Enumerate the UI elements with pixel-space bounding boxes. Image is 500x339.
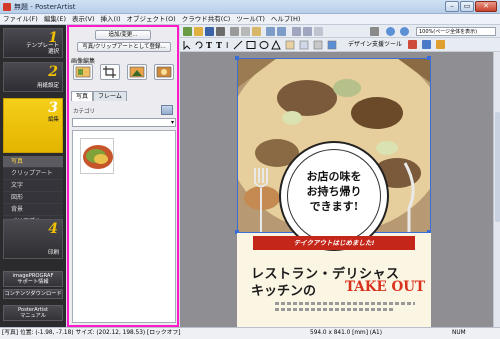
step-navigation: 1 テンプレート 選択 2 用紙設定 3 編集 写真 クリップアート 文字 図形…: [0, 25, 66, 327]
menu-cloud[interactable]: クラウド共有(C): [179, 14, 234, 24]
photo-list[interactable]: [72, 130, 176, 323]
svg-text:I: I: [226, 41, 228, 50]
menu-bar: ファイル(F) 編集(E) 表示(V) 挿入(I) オブジェクト(O) クラウド…: [0, 14, 500, 25]
photo-panel: 追加/変更... 写真/クリップアートとして登録... 画像編集 写真 フレーム…: [67, 25, 179, 327]
circle-line-2: お持ち帰り: [306, 185, 362, 198]
circle-text[interactable]: お店の味を お持ち帰り できます!: [279, 169, 389, 214]
menu-file[interactable]: ファイル(F): [0, 14, 41, 24]
sub-item-shape[interactable]: 図形: [3, 192, 63, 204]
window-title: 無題 - PosterArtist: [14, 3, 76, 11]
takeout-text[interactable]: TAKE OUT: [345, 279, 425, 295]
close-button[interactable]: ✕: [475, 1, 497, 12]
category-select[interactable]: ▾: [72, 118, 176, 127]
menu-insert[interactable]: 挿入(I): [98, 14, 124, 24]
sub-item-background[interactable]: 背景: [3, 204, 63, 216]
tool-icon-orange[interactable]: [436, 40, 445, 49]
align-icon[interactable]: [292, 27, 301, 36]
crop-icon[interactable]: [100, 64, 120, 80]
grid-icon[interactable]: [370, 27, 379, 36]
step-edit[interactable]: 3 編集: [3, 98, 63, 153]
status-num: NUM: [452, 330, 466, 336]
arrange-icon[interactable]: [303, 27, 312, 36]
app-icon: [3, 3, 11, 11]
photo-thumbnail[interactable]: [80, 138, 114, 174]
step-number: 3: [48, 100, 58, 116]
step-label: 編集: [47, 117, 59, 123]
status-position: [写真] 位置: (-1.98, -7.18) サイズ: (202.12, 19…: [2, 330, 181, 336]
image-effect-icon[interactable]: [127, 64, 147, 80]
status-bar: [写真] 位置: (-1.98, -7.18) サイズ: (202.12, 19…: [0, 327, 500, 339]
circle-line-3: できます!: [309, 200, 359, 213]
sub-item-text[interactable]: 文字: [3, 180, 63, 192]
open-icon[interactable]: [194, 27, 203, 36]
step-number: 4: [48, 221, 58, 237]
resize-handle[interactable]: [235, 56, 239, 60]
register-button[interactable]: 写真/クリップアートとして登録...: [77, 42, 171, 52]
circle-line-1: お店の味を: [306, 170, 362, 183]
step-number: 2: [48, 64, 58, 80]
redo-icon[interactable]: [277, 27, 286, 36]
zoom-select[interactable]: 100%(ページ全体を表示): [416, 27, 496, 36]
step-print[interactable]: 4 印刷: [3, 219, 63, 259]
svg-text:T: T: [206, 40, 212, 50]
step-label: 印刷: [47, 250, 59, 256]
menu-edit[interactable]: 編集(E): [41, 14, 69, 24]
group-icon[interactable]: [314, 27, 323, 36]
zoom-out-icon[interactable]: [400, 27, 409, 36]
new-icon[interactable]: [183, 27, 192, 36]
main-toolbar: 100%(ページ全体を表示): [180, 25, 500, 38]
status-page-size: 594.0 x 841.0 [mm] (A1): [310, 330, 382, 336]
copy-icon[interactable]: [241, 27, 250, 36]
poster-page[interactable]: お店の味を お持ち帰り できます! テイクアウトはじめました! レストラン・デリ…: [235, 56, 431, 327]
link-content-download[interactable]: コンテンツダウンロード: [3, 289, 63, 299]
image-filter-icon[interactable]: [154, 64, 174, 80]
menu-view[interactable]: 表示(V): [69, 14, 98, 24]
menu-tools[interactable]: ツール(T): [233, 14, 268, 24]
ribbon-text: テイクアウトはじめました!: [293, 239, 375, 247]
headline-2[interactable]: キッチンの: [251, 280, 316, 299]
menu-help[interactable]: ヘルプ(H): [268, 14, 303, 24]
tab-photo[interactable]: 写真: [71, 91, 94, 101]
small-text-line: [275, 308, 395, 311]
zoom-in-icon[interactable]: [386, 27, 395, 36]
minimize-button[interactable]: –: [445, 1, 459, 12]
sub-item-photo[interactable]: 写真: [3, 156, 63, 168]
step-label: テンプレート 選択: [26, 43, 59, 55]
paste-icon[interactable]: [252, 27, 261, 36]
tool-icon-red[interactable]: [408, 40, 417, 49]
menu-object[interactable]: オブジェクト(O): [124, 14, 179, 24]
cut-icon[interactable]: [230, 27, 239, 36]
drawing-tools: T T I: [183, 40, 337, 50]
tab-frame[interactable]: フレーム: [93, 91, 127, 101]
design-tool-button[interactable]: デザイン支援ツール: [348, 40, 402, 49]
link-support[interactable]: imagePROGRAF サポート情報: [3, 271, 63, 287]
small-text-line: [275, 302, 415, 305]
undo-icon[interactable]: [266, 27, 275, 36]
title-bar: 無題 - PosterArtist – ▭ ✕: [0, 0, 500, 14]
svg-text:T: T: [216, 40, 222, 50]
step-template[interactable]: 1 テンプレート 選択: [3, 28, 63, 58]
step-label: 用紙設定: [36, 83, 59, 89]
print-icon[interactable]: [216, 27, 225, 36]
drawing-toolbar: T T I デザイン支援ツール: [180, 38, 500, 52]
add-change-button[interactable]: 追加/変更...: [95, 30, 151, 40]
step-paper[interactable]: 2 用紙設定: [3, 62, 63, 92]
save-icon[interactable]: [205, 27, 214, 36]
category-label: カテゴリ: [73, 109, 96, 115]
vertical-scrollbar[interactable]: [493, 52, 500, 327]
maximize-button[interactable]: ▭: [460, 1, 474, 12]
photo-adjust-icon[interactable]: [73, 64, 93, 80]
chevron-down-icon: ▾: [170, 119, 174, 126]
sub-item-clipart[interactable]: クリップアート: [3, 168, 63, 180]
tool-icon-blue[interactable]: [422, 40, 431, 49]
resize-handle[interactable]: [427, 56, 431, 60]
category-browse-icon[interactable]: [161, 105, 173, 115]
canvas[interactable]: お店の味を お持ち帰り できます! テイクアウトはじめました! レストラン・デリ…: [180, 52, 493, 327]
link-manual[interactable]: PosterArtist マニュアル: [3, 305, 63, 321]
